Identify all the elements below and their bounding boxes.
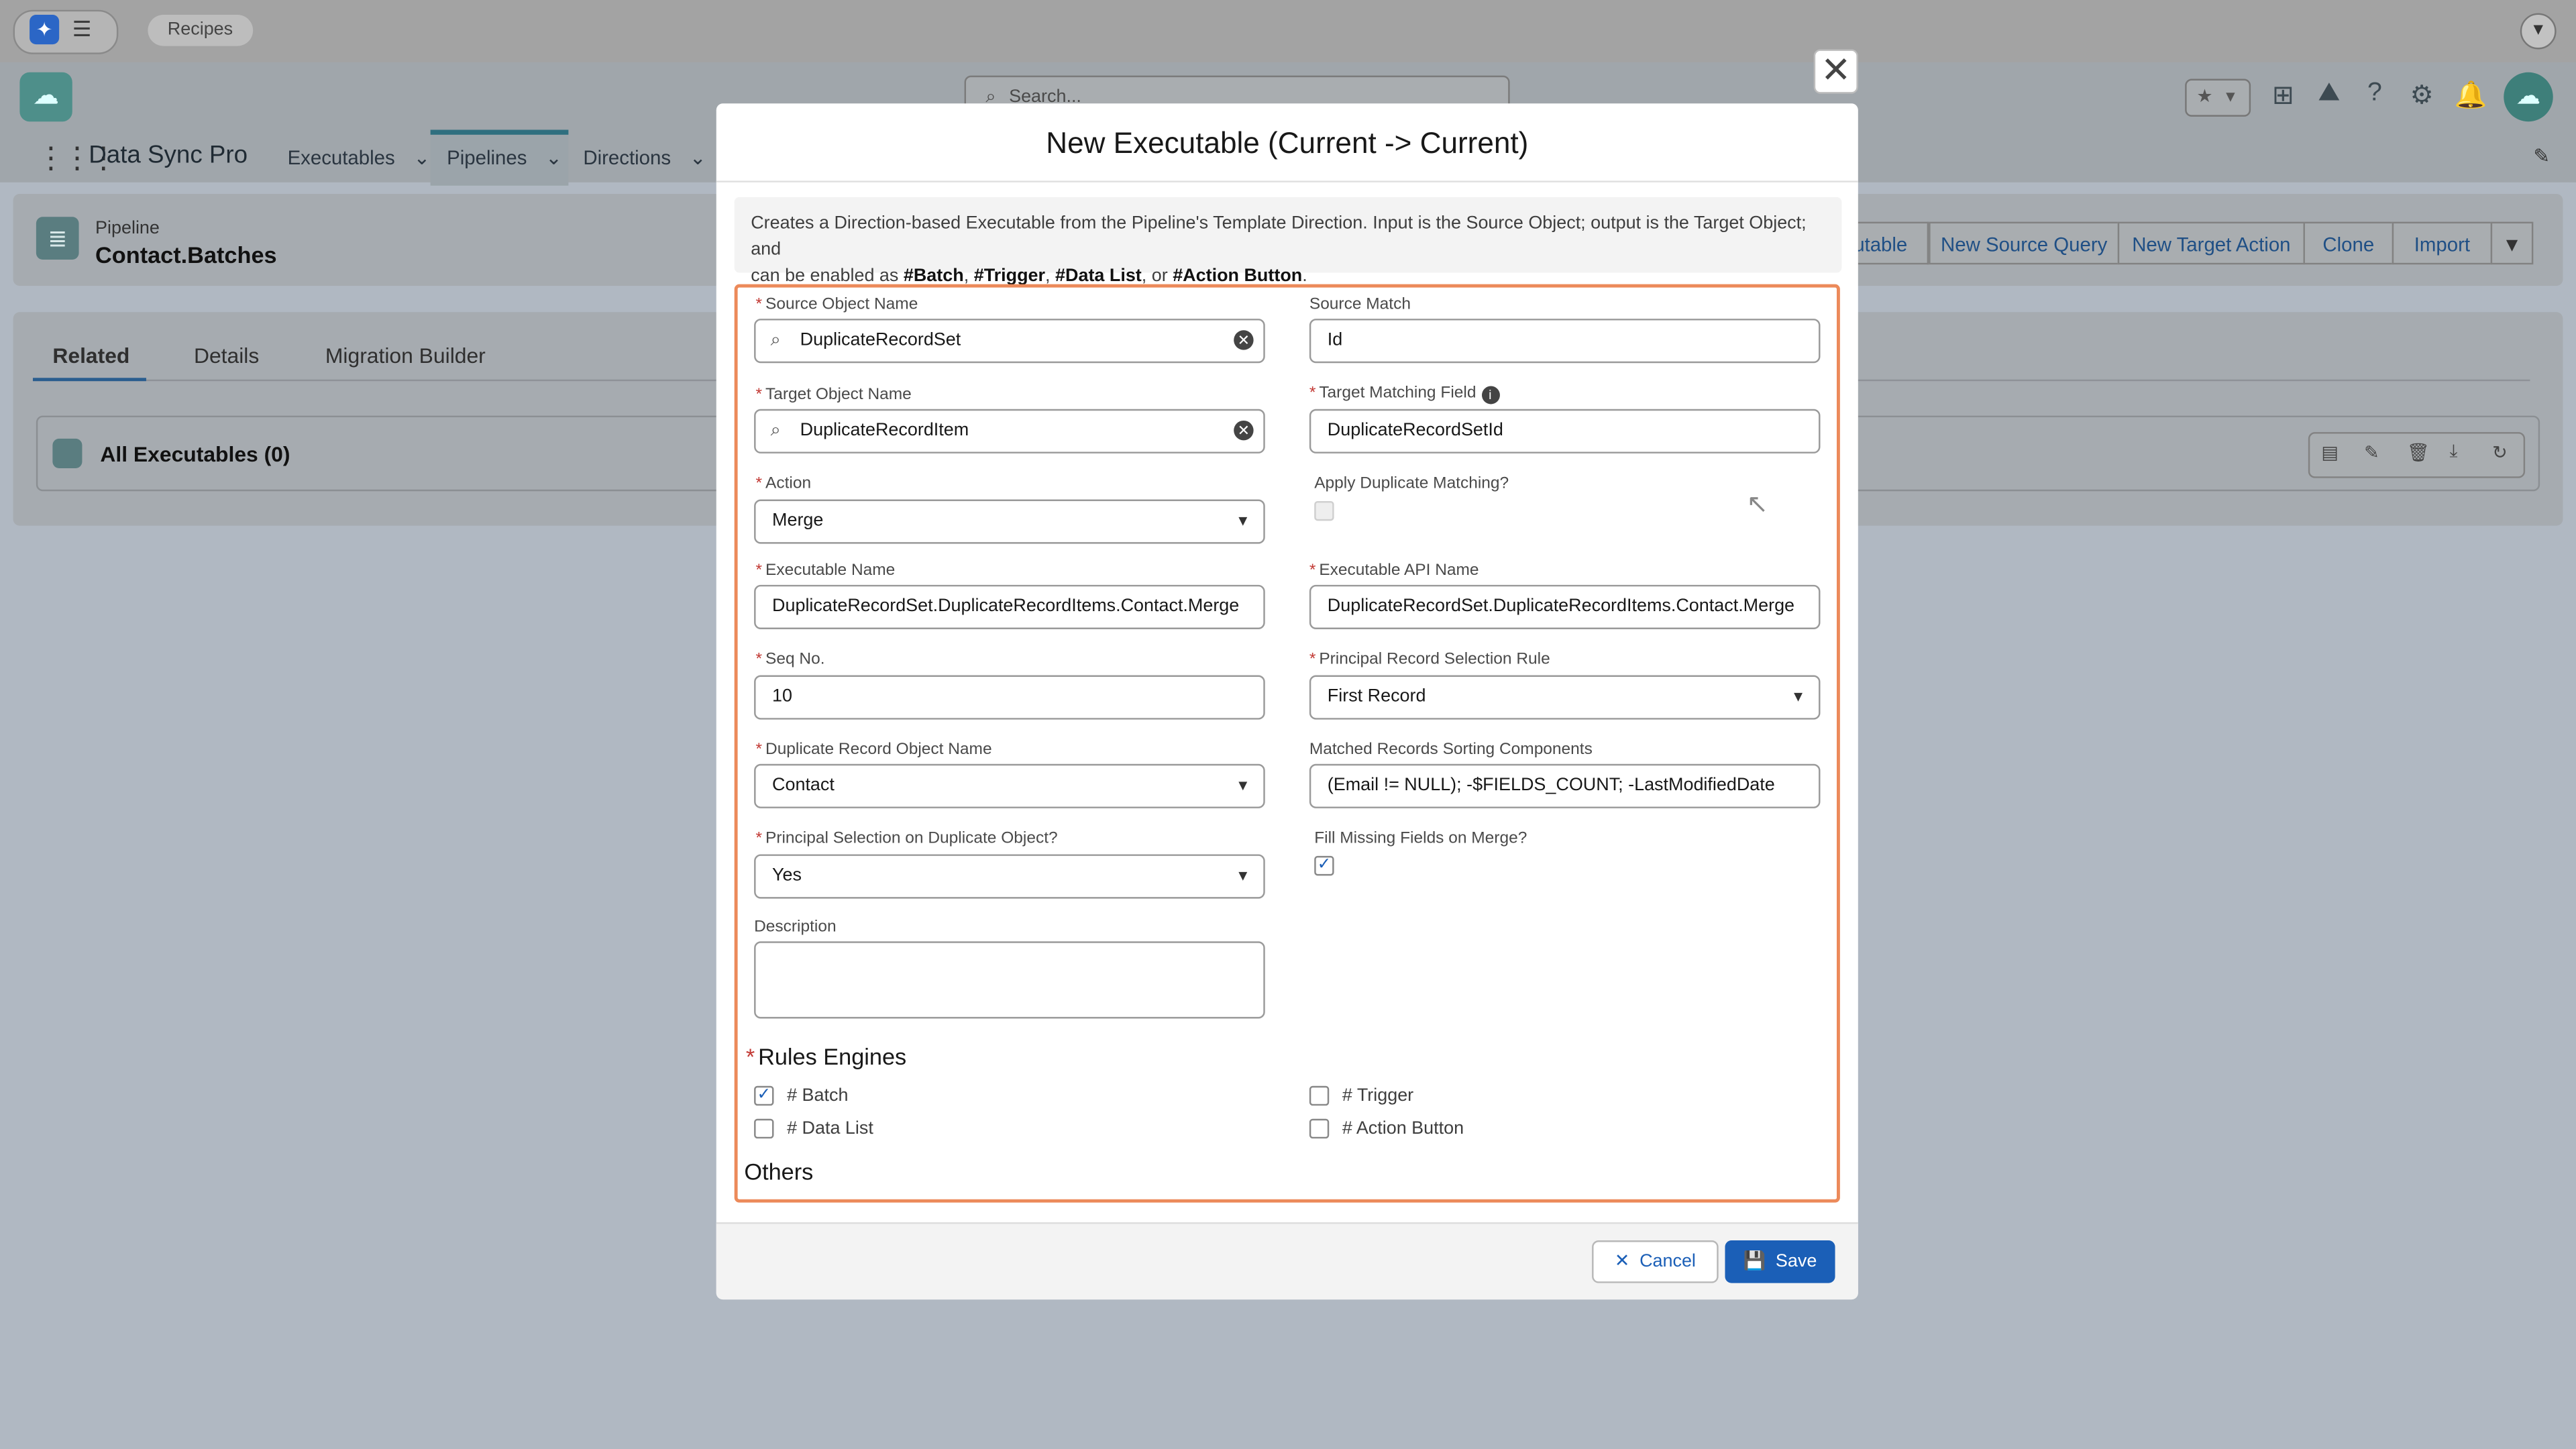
executable-name-label: * Executable Name bbox=[755, 561, 896, 580]
target-matching-label: * Target Matching Field i bbox=[1309, 384, 1499, 405]
executable-name-input[interactable]: DuplicateRecordSet.DuplicateRecordItems.… bbox=[754, 584, 1265, 629]
clear-icon[interactable]: ✕ bbox=[1234, 330, 1254, 350]
apply-duplicate-label: Apply Duplicate Matching? bbox=[1314, 474, 1509, 493]
browser-topbar bbox=[0, 0, 2576, 63]
target-object-input[interactable]: ⌕ DuplicateRecordItem ✕ bbox=[754, 409, 1265, 453]
trailhead-icon[interactable]: ⛰ bbox=[2318, 79, 2341, 109]
action-select[interactable]: Merge ▼ bbox=[754, 499, 1265, 544]
caret-down-icon: ▼ bbox=[1235, 513, 1250, 529]
delete-icon[interactable]: 🗑 bbox=[2407, 442, 2430, 463]
help-icon[interactable]: ? bbox=[2367, 79, 2382, 109]
seq-no-label: * Seq No. bbox=[755, 650, 825, 669]
trigger-label: # Trigger bbox=[1342, 1085, 1414, 1106]
source-object-input[interactable]: ⌕ DuplicateRecordSet ✕ bbox=[754, 319, 1265, 364]
principal-rule-select[interactable]: First Record ▼ bbox=[1309, 675, 1821, 720]
close-modal-button[interactable]: ✕ bbox=[1813, 49, 1858, 94]
modal-title: New Executable (Current -> Current) bbox=[716, 103, 1858, 182]
data-list-checkbox[interactable] bbox=[754, 1118, 774, 1139]
others-heading[interactable]: Others bbox=[744, 1159, 813, 1185]
new-target-action-button[interactable]: New Target Action bbox=[2117, 221, 2305, 265]
record-title: Contact.Batches bbox=[95, 241, 277, 268]
data-list-label: # Data List bbox=[787, 1118, 873, 1139]
browser-tab-recipes[interactable]: Recipes bbox=[148, 15, 253, 46]
record-object-label: Pipeline bbox=[95, 218, 160, 239]
batch-checkbox[interactable]: ✓ bbox=[754, 1085, 774, 1106]
add-icon[interactable]: ⊞ bbox=[2272, 79, 2294, 112]
table-icon[interactable]: ▤ bbox=[2321, 442, 2338, 463]
principal-rule-label: * Principal Record Selection Rule bbox=[1309, 650, 1550, 669]
caret-down-icon: ▼ bbox=[1790, 688, 1806, 705]
principal-duplicate-select[interactable]: Yes ▼ bbox=[754, 854, 1265, 899]
tab-related[interactable]: Related bbox=[52, 343, 129, 368]
target-matching-input[interactable]: DuplicateRecordSetId bbox=[1309, 409, 1821, 453]
target-object-label: * Target Object Name bbox=[755, 386, 912, 405]
trigger-checkbox[interactable] bbox=[1309, 1085, 1330, 1106]
check-icon: ✓ bbox=[757, 1085, 771, 1104]
fill-missing-label: Fill Missing Fields on Merge? bbox=[1314, 829, 1527, 848]
bell-icon[interactable]: 🔔 bbox=[2455, 79, 2487, 112]
duplicate-object-select[interactable]: Contact ▼ bbox=[754, 763, 1265, 808]
pipeline-icon: ≣ bbox=[36, 217, 79, 260]
info-icon[interactable]: i bbox=[1481, 386, 1499, 405]
related-list-title[interactable]: All Executables (0) bbox=[100, 442, 290, 467]
description-label: Description bbox=[754, 918, 837, 936]
download-icon[interactable]: ⤓ bbox=[2449, 442, 2457, 464]
fill-missing-checkbox[interactable]: ✓ bbox=[1314, 855, 1334, 876]
search-icon: ⌕ bbox=[770, 330, 781, 350]
edit-icon[interactable]: ✎ bbox=[2364, 442, 2379, 463]
clone-button[interactable]: Clone bbox=[2303, 221, 2394, 265]
source-match-input[interactable]: Id bbox=[1309, 319, 1821, 364]
mouse-cursor-icon: ↖ bbox=[1746, 491, 1769, 519]
principal-duplicate-label: * Principal Selection on Duplicate Object… bbox=[755, 829, 1058, 848]
check-icon: ✓ bbox=[1317, 855, 1332, 874]
tab-details[interactable]: Details bbox=[194, 343, 259, 368]
refresh-icon[interactable]: ↻ bbox=[2492, 442, 2508, 463]
action-button-checkbox[interactable] bbox=[1309, 1118, 1330, 1139]
org-logo-icon[interactable]: ☁ bbox=[19, 72, 72, 122]
apply-duplicate-checkbox[interactable] bbox=[1314, 500, 1334, 521]
search-icon: ⌕ bbox=[770, 420, 781, 441]
related-list-actions: ▤ ✎ 🗑 ⤓ ↻ bbox=[2308, 432, 2526, 478]
sorting-components-label: Matched Records Sorting Components bbox=[1309, 741, 1593, 759]
app-name: Data Sync Pro bbox=[89, 141, 248, 170]
caret-down-icon: ▼ bbox=[1235, 777, 1250, 794]
nav-item-executables[interactable]: Executables ⌄ bbox=[288, 146, 431, 169]
nav-item-pipelines[interactable]: Pipelines ⌄ bbox=[447, 146, 562, 169]
active-tab-indicator bbox=[32, 378, 146, 382]
action-button-label: # Action Button bbox=[1342, 1118, 1464, 1139]
caret-down-icon: ▼ bbox=[1235, 867, 1250, 884]
save-button[interactable]: 💾 Save bbox=[1725, 1240, 1835, 1283]
edit-nav-icon[interactable]: ✎ bbox=[2533, 145, 2550, 168]
executable-api-label: * Executable API Name bbox=[1309, 561, 1479, 580]
seq-no-input[interactable]: 10 bbox=[754, 675, 1265, 720]
tab-migration-builder[interactable]: Migration Builder bbox=[325, 343, 486, 368]
cancel-button[interactable]: ✕ Cancel bbox=[1592, 1240, 1719, 1283]
rules-engines-heading: * Rules Engines bbox=[745, 1043, 907, 1070]
clear-icon[interactable]: ✕ bbox=[1234, 420, 1254, 441]
browser-logo-icon[interactable]: ✦ bbox=[30, 15, 60, 45]
nav-item-directions[interactable]: Directions ⌄ bbox=[583, 146, 706, 169]
hamburger-icon[interactable]: ☰ bbox=[72, 16, 92, 42]
action-label: * Action bbox=[755, 474, 812, 493]
more-actions-button[interactable]: ▼ bbox=[2490, 221, 2534, 265]
executable-api-input[interactable]: DuplicateRecordSet.DuplicateRecordItems.… bbox=[1309, 584, 1821, 629]
source-match-label: Source Match bbox=[1309, 295, 1411, 314]
new-source-query-button[interactable]: New Source Query bbox=[1929, 221, 2120, 265]
modal-description: Creates a Direction-based Executable fro… bbox=[734, 197, 1842, 286]
save-icon: 💾 bbox=[1743, 1252, 1766, 1272]
favorites-button[interactable]: ★ ▾ bbox=[2185, 78, 2251, 117]
import-button[interactable]: Import bbox=[2392, 221, 2493, 265]
source-object-label: * Source Object Name bbox=[755, 295, 918, 314]
description-textarea[interactable] bbox=[754, 941, 1265, 1019]
duplicate-object-label: * Duplicate Record Object Name bbox=[755, 741, 992, 759]
avatar[interactable]: ☁ bbox=[2504, 72, 2553, 122]
close-icon: ✕ bbox=[1614, 1252, 1630, 1272]
chevron-down-icon[interactable]: ▼ bbox=[2520, 13, 2557, 50]
batch-label: # Batch bbox=[787, 1085, 849, 1106]
sorting-components-input[interactable]: (Email != NULL); -$FIELDS_COUNT; -LastMo… bbox=[1309, 763, 1821, 808]
executable-icon bbox=[52, 438, 83, 468]
gear-icon[interactable]: ⚙ bbox=[2410, 79, 2434, 112]
close-icon: ✕ bbox=[1821, 49, 1851, 91]
